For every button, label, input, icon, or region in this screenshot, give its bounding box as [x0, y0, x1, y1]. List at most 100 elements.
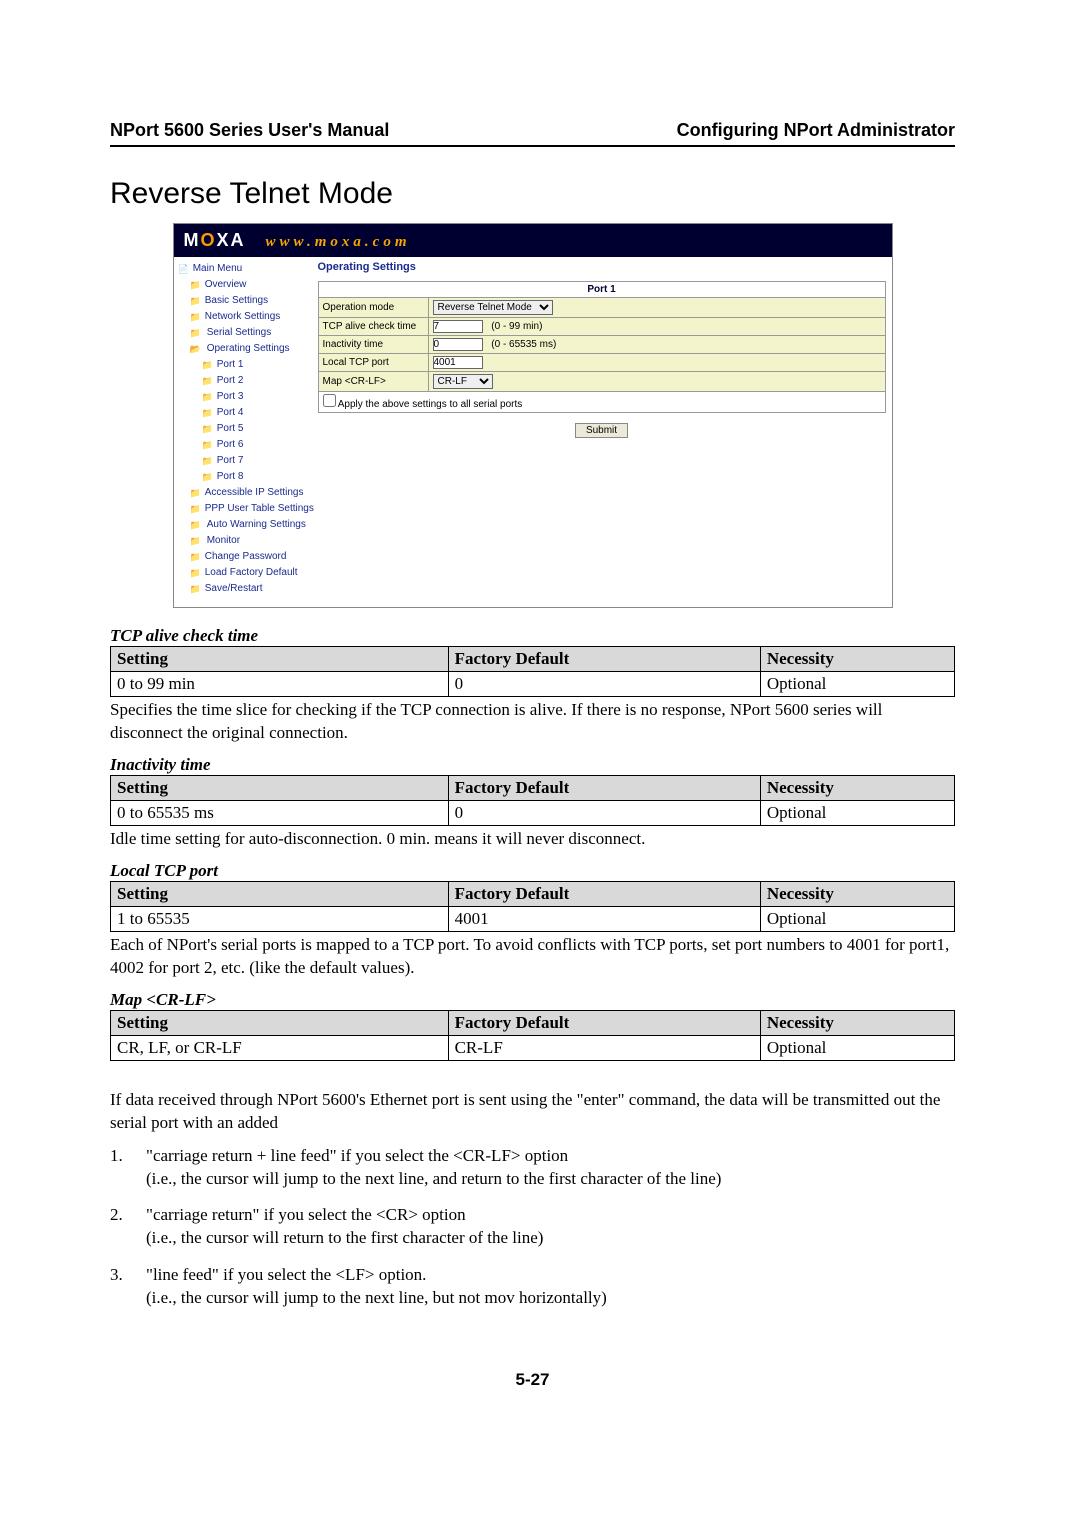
logo-dot: O	[201, 230, 217, 250]
map-crlf-title: Map <CR-LF>	[110, 990, 955, 1010]
cfg-tcp-alive-cell: (0 - 99 min)	[428, 318, 885, 336]
nav-port5[interactable]: Port 5	[178, 421, 312, 437]
panel-main: Operating Settings Port 1 Operation mode…	[314, 257, 892, 607]
inactivity-default: 0	[448, 800, 760, 825]
th-default: Factory Default	[448, 1010, 760, 1035]
cfg-operation-mode-label: Operation mode	[318, 298, 428, 318]
cfg-map-cell: CR-LF	[428, 372, 885, 392]
local-tcp-default: 4001	[448, 906, 760, 931]
panel-url: www.moxa.com	[266, 234, 411, 251]
operation-mode-select[interactable]: Reverse Telnet Mode	[433, 300, 553, 315]
local-tcp-table: Setting Factory Default Necessity 1 to 6…	[110, 881, 955, 932]
logo-xa: XA	[217, 230, 246, 250]
nav-port1[interactable]: Port 1	[178, 357, 312, 373]
cfg-operation-mode-cell: Reverse Telnet Mode	[428, 298, 885, 318]
cfg-inactivity-cell: (0 - 65535 ms)	[428, 336, 885, 354]
nav-port8[interactable]: Port 8	[178, 469, 312, 485]
header-right: Configuring NPort Administrator	[677, 120, 955, 141]
nav-accessible-ip[interactable]: Accessible IP Settings	[178, 485, 312, 501]
nav-port4[interactable]: Port 4	[178, 405, 312, 421]
nav-serial-settings[interactable]: Serial Settings	[178, 325, 312, 341]
th-default: Factory Default	[448, 647, 760, 672]
nav-ppp-user-table[interactable]: PPP User Table Settings	[178, 501, 312, 517]
inactivity-note: Idle time setting for auto-disconnection…	[110, 828, 955, 851]
panel-nav: Main Menu Overview Basic Settings Networ…	[174, 257, 314, 607]
panel-topbar: MOXA www.moxa.com	[174, 224, 892, 257]
tcp-alive-input[interactable]	[433, 320, 483, 333]
cfg-apply-label: Apply the above settings to all serial p…	[338, 399, 523, 410]
li1-sub: (i.e., the cursor will jump to the next …	[146, 1169, 721, 1188]
th-necessity: Necessity	[760, 881, 954, 906]
logo-m: M	[184, 230, 201, 250]
th-default: Factory Default	[448, 775, 760, 800]
li1-lead: "carriage return + line feed" if you sel…	[146, 1146, 568, 1165]
tcp-alive-setting: 0 to 99 min	[111, 672, 449, 697]
map-crlf-default: CR-LF	[448, 1035, 760, 1060]
th-necessity: Necessity	[760, 775, 954, 800]
tcp-alive-default: 0	[448, 672, 760, 697]
th-setting: Setting	[111, 647, 449, 672]
header-rule	[110, 145, 955, 147]
th-necessity: Necessity	[760, 647, 954, 672]
list-item-2: "carriage return" if you select the <CR>…	[110, 1204, 955, 1250]
admin-panel: MOXA www.moxa.com Main Menu Overview Bas…	[173, 223, 893, 608]
inactivity-title: Inactivity time	[110, 755, 955, 775]
tcp-alive-note: Specifies the time slice for checking if…	[110, 699, 955, 745]
li2-lead: "carriage return" if you select the <CR>…	[146, 1205, 466, 1224]
inactivity-hint: (0 - 65535 ms)	[491, 339, 556, 350]
crlf-list: "carriage return + line feed" if you sel…	[110, 1145, 955, 1311]
submit-button[interactable]: Submit	[575, 423, 628, 438]
config-table: Port 1 Operation mode Reverse Telnet Mod…	[318, 281, 886, 413]
nav-basic-settings[interactable]: Basic Settings	[178, 293, 312, 309]
nav-auto-warning[interactable]: Auto Warning Settings	[178, 517, 312, 533]
tcp-alive-table: Setting Factory Default Necessity 0 to 9…	[110, 646, 955, 697]
nav-network-settings[interactable]: Network Settings	[178, 309, 312, 325]
list-item-3: "line feed" if you select the <LF> optio…	[110, 1264, 955, 1310]
nav-change-password[interactable]: Change Password	[178, 549, 312, 565]
list-item-1: "carriage return + line feed" if you sel…	[110, 1145, 955, 1191]
tcp-alive-necessity: Optional	[760, 672, 954, 697]
section-title: Reverse Telnet Mode	[110, 177, 955, 211]
page-number: 5-27	[110, 1370, 955, 1390]
cfg-inactivity-label: Inactivity time	[318, 336, 428, 354]
nav-monitor[interactable]: Monitor	[178, 533, 312, 549]
crlf-intro: If data received through NPort 5600's Et…	[110, 1089, 955, 1135]
cfg-apply-cell: Apply the above settings to all serial p…	[318, 392, 885, 413]
local-tcp-title: Local TCP port	[110, 861, 955, 881]
nav-main-menu[interactable]: Main Menu	[178, 261, 312, 277]
th-necessity: Necessity	[760, 1010, 954, 1035]
nav-save-restart[interactable]: Save/Restart	[178, 581, 312, 597]
panel-heading: Operating Settings	[318, 261, 886, 273]
inactivity-setting: 0 to 65535 ms	[111, 800, 449, 825]
li3-sub: (i.e., the cursor will jump to the next …	[146, 1288, 607, 1307]
local-tcp-input[interactable]	[433, 356, 483, 369]
local-tcp-note: Each of NPort's serial ports is mapped t…	[110, 934, 955, 980]
nav-operating-settings[interactable]: Operating Settings	[178, 341, 312, 357]
inactivity-necessity: Optional	[760, 800, 954, 825]
nav-port2[interactable]: Port 2	[178, 373, 312, 389]
nav-overview[interactable]: Overview	[178, 277, 312, 293]
local-tcp-setting: 1 to 65535	[111, 906, 449, 931]
map-crlf-setting: CR, LF, or CR-LF	[111, 1035, 449, 1060]
cfg-tcp-alive-label: TCP alive check time	[318, 318, 428, 336]
inactivity-input[interactable]	[433, 338, 483, 351]
cfg-local-tcp-label: Local TCP port	[318, 354, 428, 372]
cfg-port-header: Port 1	[318, 282, 885, 298]
cfg-map-label: Map <CR-LF>	[318, 372, 428, 392]
moxa-logo: MOXA	[184, 230, 246, 251]
apply-all-checkbox[interactable]	[323, 394, 336, 407]
nav-load-factory-default[interactable]: Load Factory Default	[178, 565, 312, 581]
cfg-local-tcp-cell	[428, 354, 885, 372]
header-left: NPort 5600 Series User's Manual	[110, 120, 389, 141]
nav-port6[interactable]: Port 6	[178, 437, 312, 453]
map-crlf-select[interactable]: CR-LF	[433, 374, 493, 389]
nav-port3[interactable]: Port 3	[178, 389, 312, 405]
tcp-alive-hint: (0 - 99 min)	[491, 321, 542, 332]
page-header: NPort 5600 Series User's Manual Configur…	[110, 120, 955, 141]
th-default: Factory Default	[448, 881, 760, 906]
nav-port7[interactable]: Port 7	[178, 453, 312, 469]
tcp-alive-title: TCP alive check time	[110, 626, 955, 646]
li2-sub: (i.e., the cursor will return to the fir…	[146, 1228, 543, 1247]
map-crlf-necessity: Optional	[760, 1035, 954, 1060]
th-setting: Setting	[111, 775, 449, 800]
